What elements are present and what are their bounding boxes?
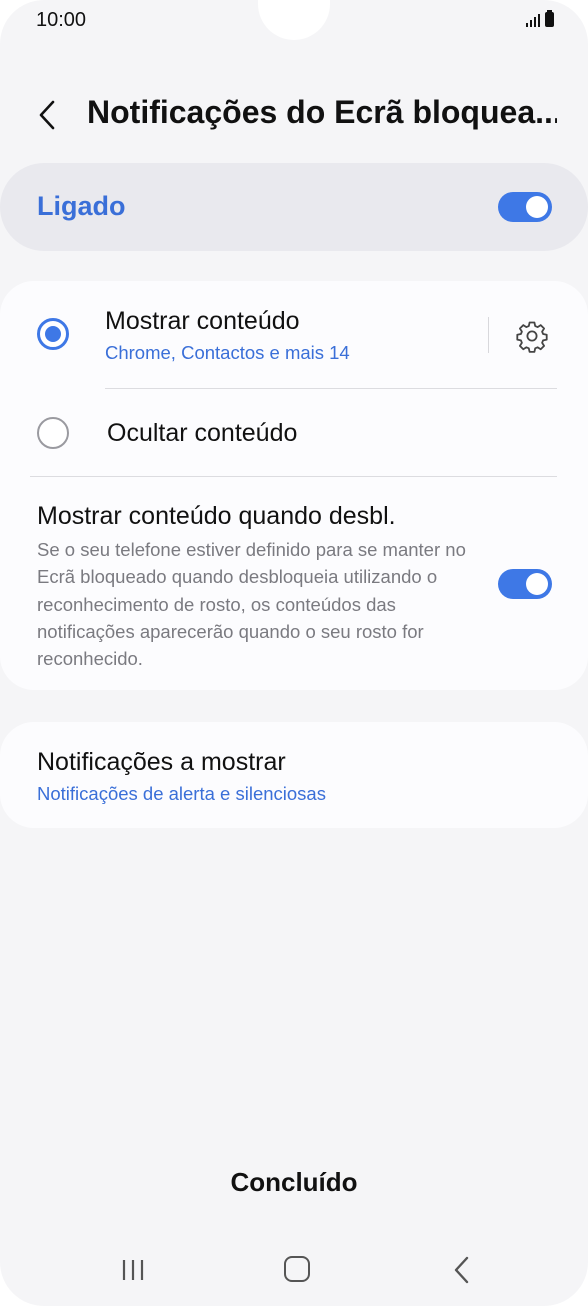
master-toggle-switch[interactable] xyxy=(498,192,552,222)
recents-icon[interactable] xyxy=(120,1258,146,1282)
radio-hide-content[interactable] xyxy=(37,417,69,449)
notifications-to-show-value: Notificações de alerta e silenciosas xyxy=(37,783,326,804)
radio-show-content[interactable] xyxy=(37,318,69,350)
master-toggle-label: Ligado xyxy=(37,191,126,221)
notifications-to-show-title: Notificações a mostrar xyxy=(37,748,286,776)
master-toggle-row[interactable]: Ligado xyxy=(0,163,588,251)
show-when-unlocked-switch[interactable] xyxy=(498,569,552,599)
hide-content-title[interactable]: Ocultar conteúdo xyxy=(107,419,297,448)
status-time: 10:00 xyxy=(36,9,87,31)
page-title: Notificações do Ecrã bloquea... xyxy=(87,94,557,130)
status-icons xyxy=(526,10,554,27)
divider xyxy=(30,476,557,477)
signal-icon xyxy=(526,13,540,27)
show-when-unlocked-title[interactable]: Mostrar conteúdo quando desbl. xyxy=(37,502,396,531)
done-button[interactable]: Concluído xyxy=(194,1160,394,1204)
back-icon[interactable] xyxy=(452,1255,472,1285)
notifications-to-show-row[interactable]: Notificações a mostrar Notificações de a… xyxy=(0,722,588,828)
show-content-title[interactable]: Mostrar conteúdo xyxy=(105,307,300,336)
show-content-apps[interactable]: Chrome, Contactos e mais 14 xyxy=(105,342,350,364)
divider xyxy=(105,388,557,389)
chevron-left-icon[interactable] xyxy=(34,98,64,132)
status-bar: 10:00 xyxy=(0,0,588,44)
gear-icon[interactable] xyxy=(515,319,549,353)
divider xyxy=(488,317,489,353)
show-when-unlocked-description: Se o seu telefone estiver definido para … xyxy=(37,539,466,670)
content-options-card: Mostrar conteúdo Chrome, Contactos e mai… xyxy=(0,281,588,690)
camera-notch xyxy=(258,0,330,40)
switch-knob xyxy=(526,573,548,595)
home-icon[interactable] xyxy=(284,1256,310,1282)
battery-icon xyxy=(545,10,554,27)
screen: 10:00 Notificações do Ecrã bloquea... Li… xyxy=(0,0,588,1306)
switch-knob xyxy=(526,196,548,218)
header: Notificações do Ecrã bloquea... xyxy=(0,86,588,144)
